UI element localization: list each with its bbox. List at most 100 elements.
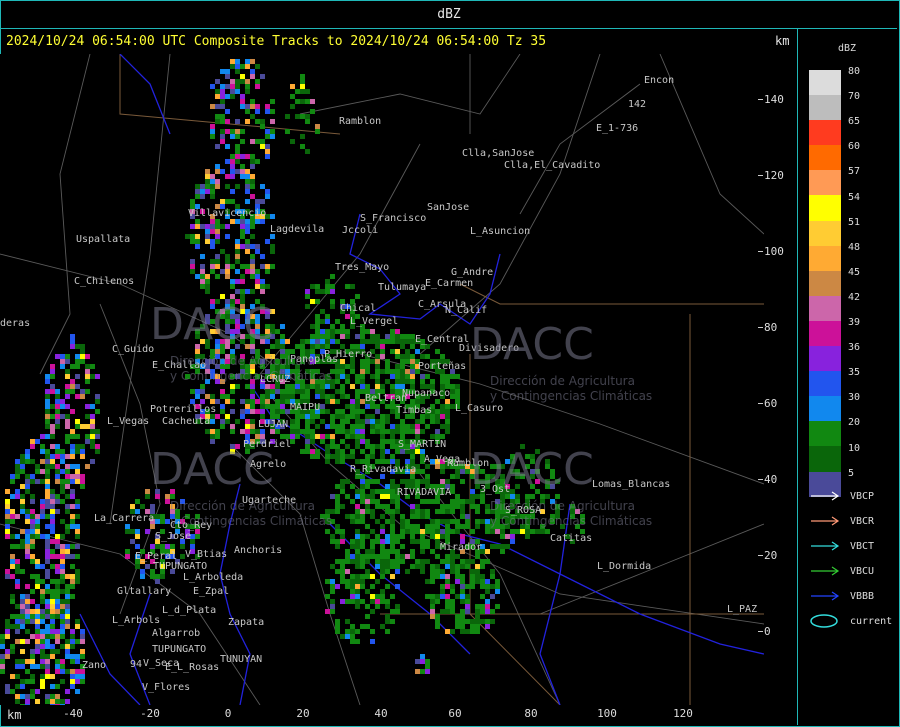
radar-pixel bbox=[445, 584, 450, 589]
radar-pixel bbox=[310, 414, 315, 419]
radar-pixel bbox=[465, 564, 470, 569]
radar-pixel bbox=[235, 149, 240, 154]
radar-pixel bbox=[485, 624, 490, 629]
radar-pixel bbox=[45, 554, 50, 559]
radar-pixel bbox=[320, 309, 325, 314]
radar-pixel bbox=[485, 584, 490, 589]
radar-pixel bbox=[480, 574, 485, 579]
radar-pixel bbox=[210, 434, 215, 439]
radar-pixel bbox=[335, 559, 340, 564]
radar-pixel bbox=[320, 339, 325, 344]
radar-pixel bbox=[15, 664, 20, 669]
radar-pixel bbox=[485, 559, 490, 564]
radar-pixel bbox=[75, 374, 80, 379]
scale-label: 30 bbox=[848, 392, 861, 404]
radar-pixel bbox=[360, 379, 365, 384]
radar-pixel bbox=[135, 544, 140, 549]
radar-pixel bbox=[80, 454, 85, 459]
radar-pixel bbox=[475, 604, 480, 609]
radar-pixel bbox=[375, 359, 380, 364]
radar-pixel bbox=[260, 219, 265, 224]
place-label: E_1-736 bbox=[596, 123, 639, 134]
radar-pixel bbox=[200, 184, 205, 189]
radar-pixel bbox=[475, 614, 480, 619]
radar-pixel bbox=[335, 374, 340, 379]
radar-pixel bbox=[60, 499, 65, 504]
radar-pixel bbox=[220, 404, 225, 409]
radar-pixel bbox=[365, 329, 370, 334]
radar-pixel bbox=[50, 634, 55, 639]
radar-map[interactable]: Ramblon Encon E_1-736 Clla,SanJose Clla,El_C… bbox=[0, 54, 764, 705]
radar-pixel bbox=[210, 129, 215, 134]
radar-pixel bbox=[345, 479, 350, 484]
radar-pixel bbox=[460, 499, 465, 504]
radar-pixel bbox=[370, 334, 375, 339]
radar-pixel bbox=[90, 424, 95, 429]
radar-pixel bbox=[70, 594, 75, 599]
radar-pixel bbox=[335, 484, 340, 489]
radar-pixel bbox=[70, 489, 75, 494]
place-label: Algarrob bbox=[152, 628, 201, 639]
radar-pixel bbox=[60, 559, 65, 564]
radar-pixel bbox=[360, 439, 365, 444]
radar-pixel bbox=[400, 334, 405, 339]
radar-pixel bbox=[45, 604, 50, 609]
radar-pixel bbox=[285, 389, 290, 394]
radar-pixel bbox=[340, 539, 345, 544]
radar-pixel bbox=[330, 434, 335, 439]
radar-pixel bbox=[145, 529, 150, 534]
radar-pixel bbox=[50, 514, 55, 519]
radar-pixel bbox=[255, 249, 260, 254]
radar-pixel bbox=[195, 394, 200, 399]
radar-pixel bbox=[250, 224, 255, 229]
radar-pixel bbox=[390, 339, 395, 344]
radar-pixel bbox=[225, 414, 230, 419]
radar-pixel bbox=[395, 424, 400, 429]
radar-pixel bbox=[395, 569, 400, 574]
radar-pixel bbox=[40, 589, 45, 594]
radar-pixel bbox=[225, 184, 230, 189]
radar-pixel bbox=[420, 509, 425, 514]
radar-pixel bbox=[325, 444, 330, 449]
radar-pixel bbox=[5, 569, 10, 574]
radar-pixel bbox=[295, 114, 300, 119]
radar-pixel bbox=[405, 369, 410, 374]
scale-swatch bbox=[809, 120, 841, 146]
radar-pixel bbox=[400, 379, 405, 384]
radar-pixel bbox=[75, 499, 80, 504]
radar-pixel bbox=[245, 174, 250, 179]
radar-pixel bbox=[290, 84, 295, 89]
radar-pixel bbox=[400, 529, 405, 534]
radar-pixel bbox=[35, 534, 40, 539]
radar-pixel bbox=[230, 64, 235, 69]
radar-pixel bbox=[445, 479, 450, 484]
radar-pixel bbox=[425, 669, 430, 674]
radar-pixel bbox=[440, 584, 445, 589]
radar-pixel bbox=[355, 544, 360, 549]
radar-pixel bbox=[350, 629, 355, 634]
radar-pixel bbox=[505, 544, 510, 549]
radar-pixel bbox=[395, 379, 400, 384]
radar-pixel bbox=[245, 269, 250, 274]
radar-pixel bbox=[430, 574, 435, 579]
radar-pixel bbox=[465, 594, 470, 599]
place-label: L_Arboleda bbox=[183, 572, 244, 583]
place-label: Jccoli bbox=[342, 225, 379, 236]
radar-pixel bbox=[245, 404, 250, 409]
radar-pixel bbox=[405, 379, 410, 384]
radar-pixel bbox=[290, 139, 295, 144]
radar-pixel bbox=[450, 389, 455, 394]
place-label: La_Carrera bbox=[94, 513, 155, 524]
radar-pixel bbox=[195, 534, 200, 539]
road-line bbox=[659, 54, 764, 235]
radar-pixel bbox=[310, 284, 315, 289]
radar-pixel bbox=[75, 579, 80, 584]
radar-pixel bbox=[380, 624, 385, 629]
radar-pixel bbox=[260, 409, 265, 414]
radar-pixel bbox=[455, 619, 460, 624]
radar-pixel bbox=[365, 484, 370, 489]
radar-pixel bbox=[325, 384, 330, 389]
radar-pixel bbox=[70, 429, 75, 434]
radar-pixel bbox=[250, 194, 255, 199]
radar-pixel bbox=[300, 414, 305, 419]
